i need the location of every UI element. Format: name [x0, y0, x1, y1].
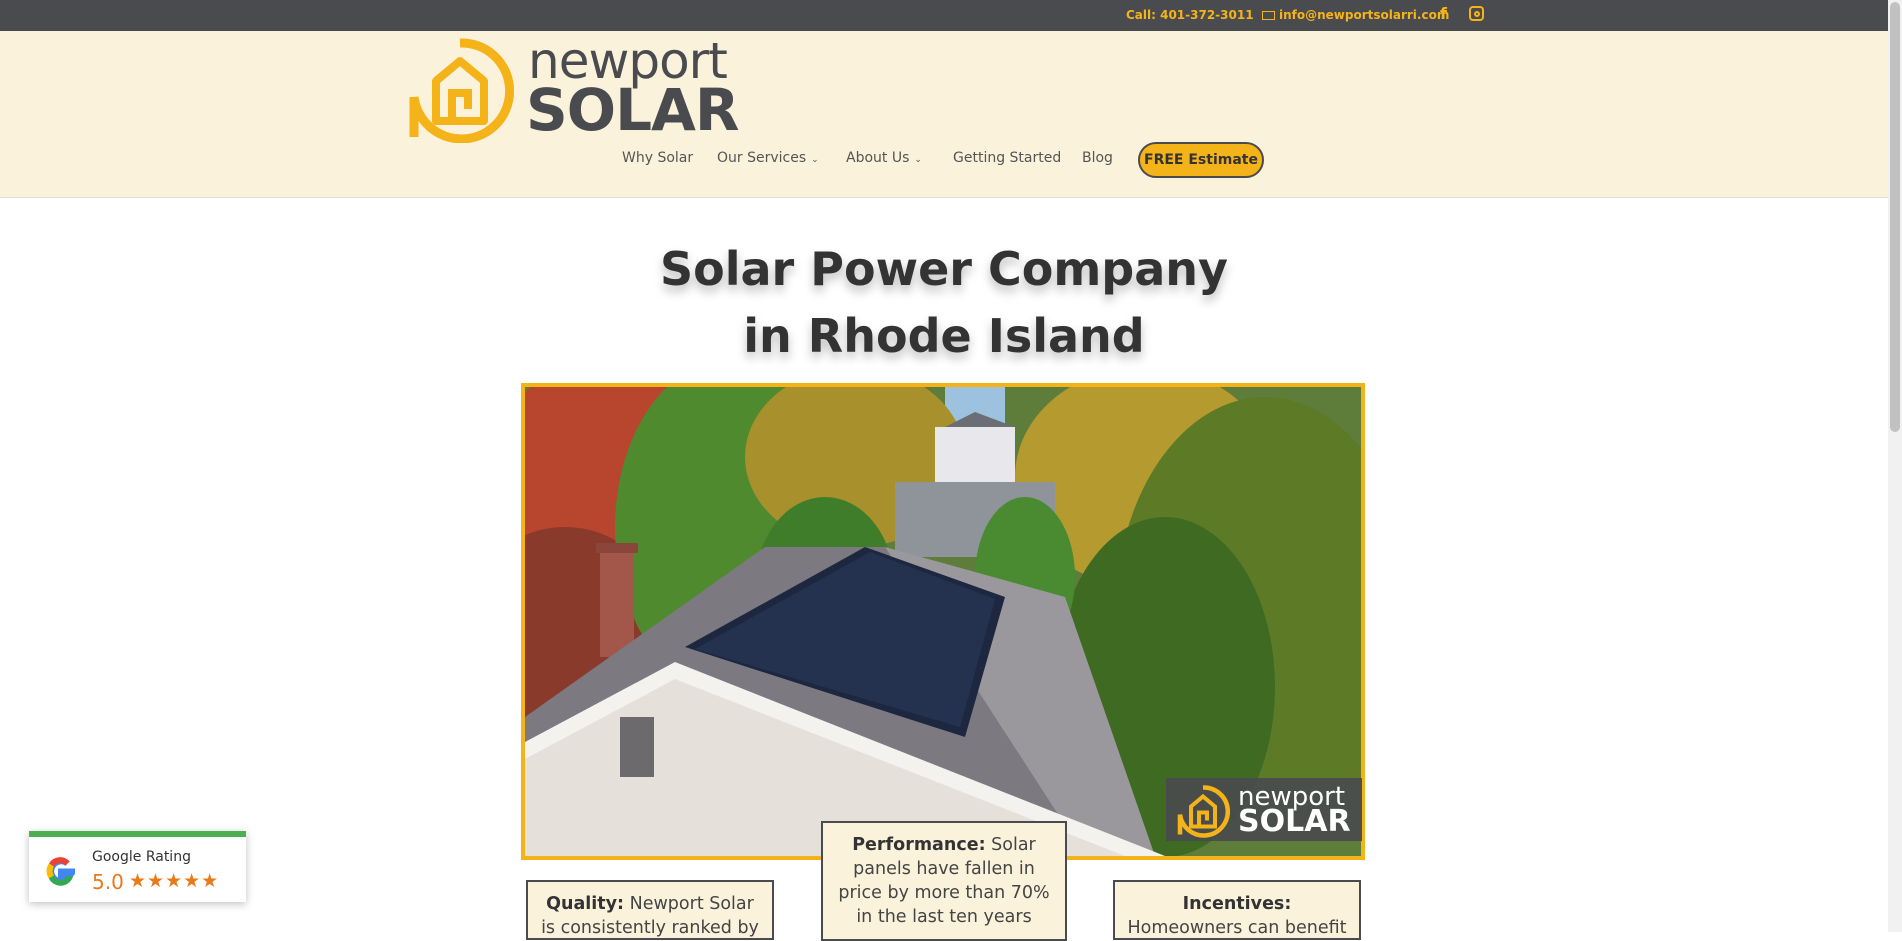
google-rating-badge[interactable]: Google Rating 5.0 ★★★★★ [29, 831, 246, 902]
logo-mark-icon[interactable] [406, 37, 514, 143]
card-label: Incentives: [1182, 894, 1292, 914]
card-label: Quality: [546, 894, 625, 914]
photo-watermark-logo: newport SOLAR [1166, 778, 1362, 841]
card-label: Performance: [852, 835, 986, 855]
card-quality: Quality: Newport Solar is consistently r… [526, 880, 774, 940]
free-estimate-button[interactable]: FREE Estimate [1138, 142, 1264, 178]
card-text: Homeowners can benefit from both [1127, 918, 1347, 938]
site-header [0, 31, 1888, 198]
envelope-icon [1262, 10, 1275, 20]
nav-our-services[interactable]: Our Services ⌄ [717, 150, 819, 166]
rating-score: 5.0 [92, 870, 124, 894]
chevron-down-icon: ⌄ [811, 155, 819, 165]
page-title-line2: in Rhode Island [743, 309, 1145, 363]
scrollbar-thumb[interactable] [1890, 2, 1900, 432]
nav-label: About Us [846, 150, 910, 166]
phone-link[interactable]: Call: 401-372-3011 [1126, 8, 1254, 22]
nav-label: Our Services [717, 150, 807, 166]
logo-text-solar[interactable]: SOLAR [526, 76, 740, 144]
nav-blog[interactable]: Blog [1082, 150, 1113, 166]
google-g-icon [46, 857, 76, 886]
nav-about-us[interactable]: About Us ⌄ [846, 150, 922, 166]
nav-getting-started[interactable]: Getting Started [953, 150, 1061, 166]
rating-label: Google Rating [92, 849, 191, 865]
logo-mark-icon [1177, 785, 1230, 838]
rating-stars: ★★★★★ [129, 870, 220, 892]
email-text: info@newportsolarri.com [1279, 8, 1450, 22]
email-link[interactable]: info@newportsolarri.com [1262, 8, 1449, 22]
watermark-text-solar: SOLAR [1238, 804, 1351, 839]
card-incentives: Incentives: Homeowners can benefit from … [1113, 880, 1361, 940]
card-performance: Performance: Solar panels have fallen in… [821, 821, 1067, 941]
chevron-down-icon: ⌄ [914, 155, 922, 165]
page-title-line1: Solar Power Company [660, 242, 1228, 296]
top-bar: Call: 401-372-3011 info@newportsolarri.c… [0, 0, 1888, 31]
nav-why-solar[interactable]: Why Solar [622, 150, 693, 166]
instagram-icon[interactable] [1469, 6, 1484, 21]
facebook-icon[interactable]: f [1440, 4, 1447, 23]
